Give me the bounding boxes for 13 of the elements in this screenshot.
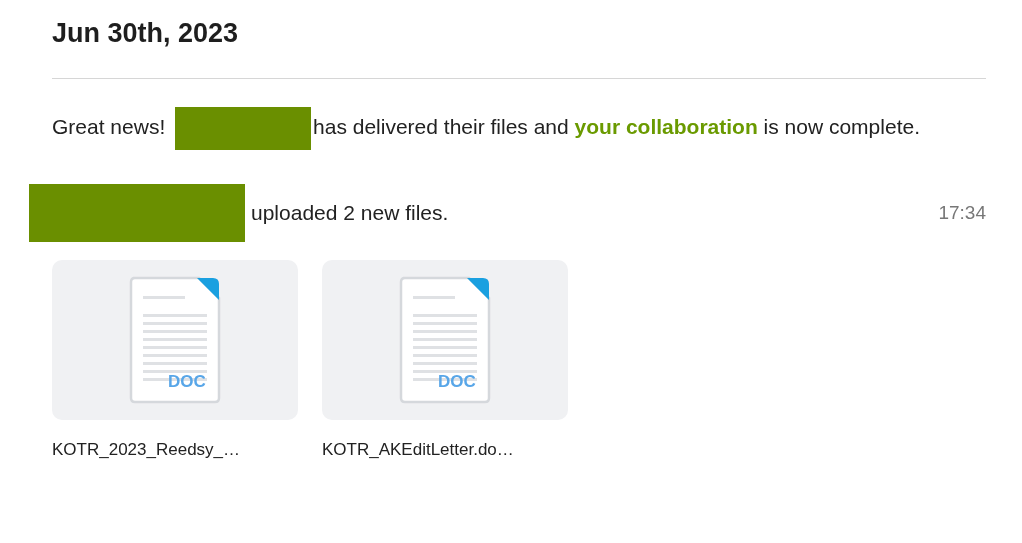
timestamp: 17:34 [938, 202, 986, 224]
file-card[interactable]: DOC [52, 260, 298, 420]
file-card[interactable]: DOC [322, 260, 568, 420]
upload-text: uploaded 2 new files. [251, 201, 450, 225]
collaboration-link[interactable]: your collaboration [574, 115, 758, 139]
file-name[interactable]: KOTR_2023_Reedsy_… [52, 440, 298, 460]
file-type-label: DOC [438, 372, 476, 392]
document-icon [129, 276, 221, 404]
file-name[interactable]: KOTR_AKEditLetter.do… [322, 440, 568, 460]
message-text: Great news! has delivered their files and your collaboration is now complete. [52, 107, 952, 150]
date-heading: Jun 30th, 2023 [52, 17, 240, 50]
file-type-label: DOC [168, 372, 206, 392]
document-icon [399, 276, 491, 404]
